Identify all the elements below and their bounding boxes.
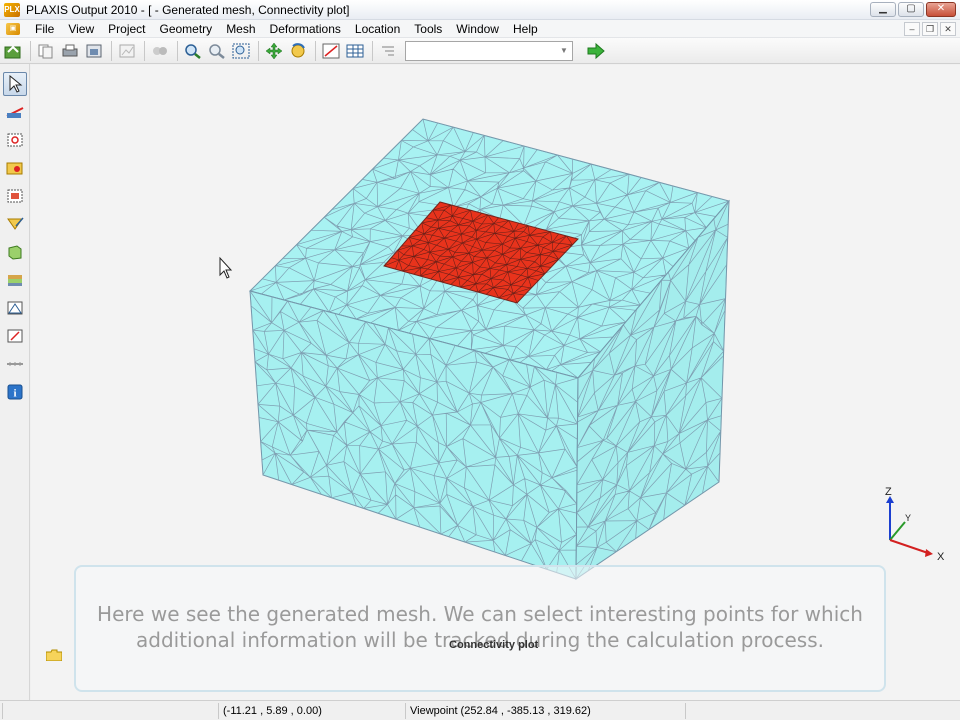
soil-layer-icon[interactable] <box>3 268 27 292</box>
legend-icon[interactable] <box>377 40 399 62</box>
toolbar-separator <box>258 40 259 61</box>
toolbar-separator <box>177 40 178 61</box>
mouse-cursor <box>219 256 233 279</box>
ruler-icon[interactable] <box>3 352 27 376</box>
plaxis-app-icon: PLX <box>4 2 20 17</box>
select-points-icon[interactable] <box>3 128 27 152</box>
annotation-icon[interactable] <box>3 324 27 348</box>
open-project-icon[interactable] <box>2 40 24 62</box>
zoom-in-icon[interactable] <box>182 40 204 62</box>
distribution-icon[interactable] <box>3 296 27 320</box>
scale-icon[interactable] <box>320 40 342 62</box>
menu-window[interactable]: Window <box>449 20 506 38</box>
curve-points-icon[interactable] <box>3 156 27 180</box>
hide-icon[interactable] <box>149 40 171 62</box>
zoom-window-icon[interactable] <box>230 40 252 62</box>
pan-icon[interactable] <box>263 40 285 62</box>
go-arrow-icon[interactable] <box>585 40 607 62</box>
menu-mesh[interactable]: Mesh <box>219 20 262 38</box>
viewpoint-readout: Viewpoint (252.84 , -385.13 , 319.62) <box>405 703 685 719</box>
z-axis-label: Z <box>885 486 892 498</box>
export-icon[interactable] <box>83 40 105 62</box>
main-toolbar: ▼ <box>0 38 960 64</box>
folder-icon[interactable] <box>46 649 62 661</box>
x-axis-label: X <box>937 551 945 563</box>
table-icon[interactable] <box>344 40 366 62</box>
menu-help[interactable]: Help <box>506 20 545 38</box>
menu-bar: ▣ File View Project Geometry Mesh Deform… <box>0 20 960 38</box>
print-icon[interactable] <box>59 40 81 62</box>
cursor-coordinates: (-11.21 , 5.89 , 0.00) <box>218 703 405 719</box>
mdi-restore-button[interactable]: ❐ <box>922 22 938 36</box>
left-toolbar: i <box>0 64 30 700</box>
toolbar-separator <box>144 40 145 61</box>
copy-icon[interactable] <box>35 40 57 62</box>
toolbar-separator <box>372 40 373 61</box>
plot-title: Connectivity plot <box>449 639 539 651</box>
menu-view[interactable]: View <box>61 20 101 38</box>
maximize-button[interactable]: ▢ <box>898 2 924 17</box>
menu-tools[interactable]: Tools <box>407 20 449 38</box>
chevron-down-icon[interactable]: ▼ <box>558 44 570 58</box>
structure-icon[interactable] <box>3 240 27 264</box>
menu-deformations[interactable]: Deformations <box>263 20 348 38</box>
toolbar-separator <box>315 40 316 61</box>
window-title: PLAXIS Output 2010 - [ - Generated mesh,… <box>26 2 350 17</box>
status-bar: (-11.21 , 5.89 , 0.00) Viewpoint (252.84… <box>0 700 960 720</box>
y-axis-label: Y <box>905 513 911 523</box>
toolbar-separator <box>30 40 31 61</box>
title-bar: PLX PLAXIS Output 2010 - [ - Generated m… <box>0 0 960 20</box>
status-cell-right <box>685 703 960 719</box>
menu-geometry[interactable]: Geometry <box>153 20 220 38</box>
step-selector-dropdown[interactable]: ▼ <box>405 40 573 61</box>
cross-section-icon[interactable] <box>3 100 27 124</box>
menu-file[interactable]: File <box>28 20 61 38</box>
tutorial-caption: Here we see the generated mesh. We can s… <box>74 565 886 692</box>
mdi-close-button[interactable]: ✕ <box>940 22 956 36</box>
menu-project[interactable]: Project <box>101 20 152 38</box>
toolbar-separator <box>111 40 112 61</box>
node-select-icon[interactable] <box>3 184 27 208</box>
info-icon[interactable]: i <box>3 380 27 404</box>
menu-location[interactable]: Location <box>348 20 407 38</box>
document-icon[interactable]: ▣ <box>6 22 20 35</box>
status-cell-empty <box>2 703 218 719</box>
select-pointer-icon[interactable] <box>3 72 27 96</box>
axis-indicator: Z Y X <box>885 486 945 563</box>
draw-check-icon[interactable] <box>3 212 27 236</box>
minimize-button[interactable]: ▁ <box>870 2 896 17</box>
chart-icon[interactable] <box>116 40 138 62</box>
close-button[interactable]: ✕ <box>926 2 956 17</box>
mdi-minimize-button[interactable]: – <box>904 22 920 36</box>
zoom-out-icon[interactable] <box>206 40 228 62</box>
rotate-icon[interactable] <box>287 40 309 62</box>
caption-line-1: Here we see the generated mesh. We can s… <box>97 602 863 626</box>
svg-text:i: i <box>13 388 16 400</box>
